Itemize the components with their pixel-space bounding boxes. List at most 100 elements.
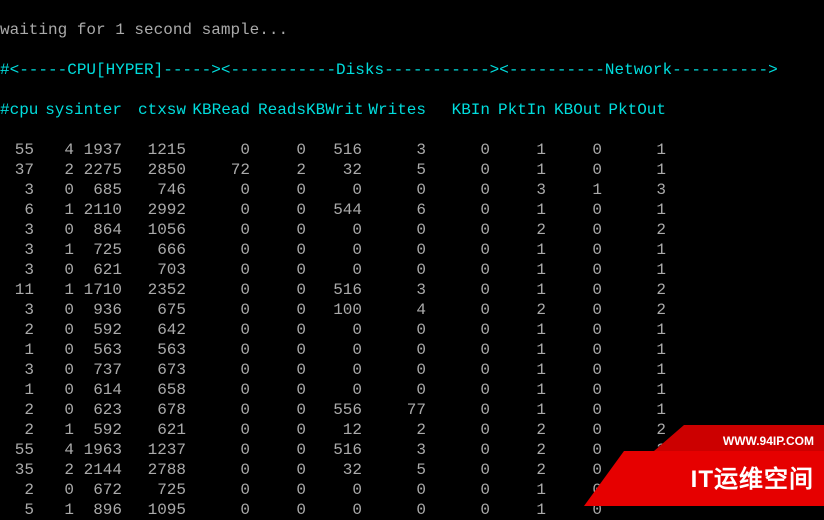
cell: 1 xyxy=(602,340,666,360)
cell: 0 xyxy=(186,380,250,400)
cell: 0 xyxy=(250,200,306,220)
cell: 4 xyxy=(362,300,426,320)
cell: 0 xyxy=(306,220,362,240)
cell: 678 xyxy=(122,400,186,420)
cell: 0 xyxy=(250,240,306,260)
cell: 0 xyxy=(426,160,490,180)
cell: 0 xyxy=(186,200,250,220)
cell: 0 xyxy=(306,180,362,200)
cell: 0 xyxy=(250,420,306,440)
cell: 0 xyxy=(186,320,250,340)
cell: 0 xyxy=(426,480,490,500)
cell: 666 xyxy=(122,240,186,260)
cell: 1 xyxy=(490,240,546,260)
cell: 642 xyxy=(122,320,186,340)
col-reads: Reads xyxy=(250,100,306,120)
cell: 556 xyxy=(306,400,362,420)
cell: 1 xyxy=(34,500,74,520)
cell: 2 xyxy=(0,400,34,420)
cell: 0 xyxy=(186,360,250,380)
table-row: 61211029920054460101 xyxy=(0,200,824,220)
cell: 3 xyxy=(362,140,426,160)
cell: 1 xyxy=(602,320,666,340)
cell: 658 xyxy=(122,380,186,400)
cell: 2 xyxy=(602,300,666,320)
cell: 1 xyxy=(490,340,546,360)
cell: 5 xyxy=(0,500,34,520)
cell: 0 xyxy=(186,280,250,300)
col-cpu: #cpu xyxy=(0,100,34,120)
cell: 4 xyxy=(34,140,74,160)
cell: 516 xyxy=(306,140,362,160)
cell: 1 xyxy=(602,360,666,380)
cell: 0 xyxy=(426,220,490,240)
col-kbwrit: KBWrit xyxy=(306,100,362,120)
cell: 77 xyxy=(362,400,426,420)
cell: 2 xyxy=(602,280,666,300)
cell: 3 xyxy=(0,300,34,320)
cell: 0 xyxy=(34,180,74,200)
cell: 1 xyxy=(602,260,666,280)
cell: 0 xyxy=(546,220,602,240)
cell: 1 xyxy=(490,160,546,180)
cell: 0 xyxy=(426,500,490,520)
cell: 0 xyxy=(362,240,426,260)
table-row: 3062170300000101 xyxy=(0,260,824,280)
cell: 703 xyxy=(122,260,186,280)
cell: 2 xyxy=(0,420,34,440)
cell: 1 xyxy=(490,260,546,280)
cell: 864 xyxy=(74,220,122,240)
cell: 0 xyxy=(426,260,490,280)
col-inter: inter xyxy=(74,100,122,120)
cell: 3 xyxy=(0,360,34,380)
cell: 1 xyxy=(490,140,546,160)
cell: 72 xyxy=(186,160,250,180)
col-sys: sys xyxy=(34,100,74,120)
cell: 0 xyxy=(250,360,306,380)
cell: 516 xyxy=(306,280,362,300)
cell: 0 xyxy=(186,260,250,280)
cell: 3 xyxy=(0,240,34,260)
cell: 1 xyxy=(490,500,546,520)
cell: 0 xyxy=(546,200,602,220)
cell: 0 xyxy=(186,440,250,460)
cell: 3 xyxy=(0,260,34,280)
cell: 1 xyxy=(602,140,666,160)
cell: 0 xyxy=(186,400,250,420)
cell: 0 xyxy=(546,420,602,440)
cell: 1 xyxy=(490,380,546,400)
cell: 0 xyxy=(250,220,306,240)
cell: 0 xyxy=(362,480,426,500)
cell: 592 xyxy=(74,420,122,440)
cell: 0 xyxy=(426,440,490,460)
cell: 0 xyxy=(546,320,602,340)
cell: 0 xyxy=(34,340,74,360)
cell: 725 xyxy=(122,480,186,500)
cell: 0 xyxy=(546,260,602,280)
cell: 35 xyxy=(0,460,34,480)
status-line: waiting for 1 second sample... xyxy=(0,20,824,40)
cell: 0 xyxy=(34,400,74,420)
cell: 0 xyxy=(34,260,74,280)
cell: 621 xyxy=(74,260,122,280)
cell: 0 xyxy=(186,140,250,160)
cell: 2850 xyxy=(122,160,186,180)
cell: 5 xyxy=(362,160,426,180)
cell: 1710 xyxy=(74,280,122,300)
cell: 0 xyxy=(362,180,426,200)
cell: 1 xyxy=(34,200,74,220)
cell: 0 xyxy=(186,220,250,240)
cell: 2 xyxy=(490,300,546,320)
col-pktin: PktIn xyxy=(490,100,546,120)
cell: 1095 xyxy=(122,500,186,520)
cell: 0 xyxy=(250,340,306,360)
cell: 2 xyxy=(0,320,34,340)
cell: 2275 xyxy=(74,160,122,180)
cell: 1 xyxy=(34,280,74,300)
cell: 32 xyxy=(306,460,362,480)
cell: 0 xyxy=(186,340,250,360)
cell: 0 xyxy=(250,140,306,160)
cell: 3 xyxy=(490,180,546,200)
cell: 0 xyxy=(306,260,362,280)
cell: 1 xyxy=(490,480,546,500)
